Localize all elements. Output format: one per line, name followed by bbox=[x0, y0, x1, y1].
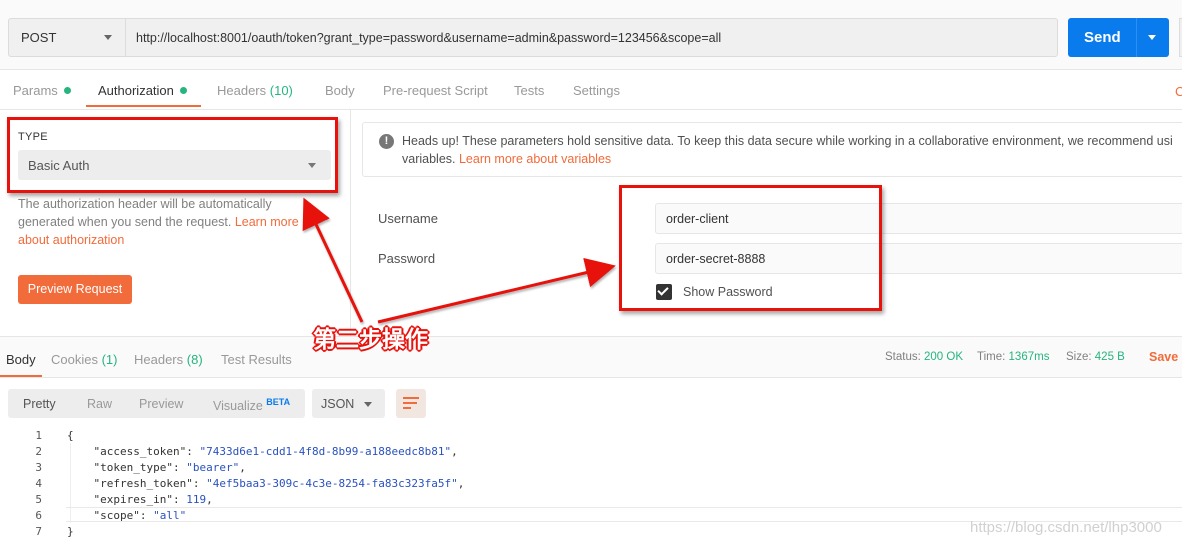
arrow-to-type bbox=[302, 197, 364, 323]
annotation-arrows bbox=[302, 197, 616, 324]
watermark: https://blog.csdn.net/lhp3000 bbox=[970, 519, 1162, 536]
annotation-label: 第二步操作 bbox=[313, 326, 428, 353]
arrow-to-credentials bbox=[377, 257, 616, 324]
